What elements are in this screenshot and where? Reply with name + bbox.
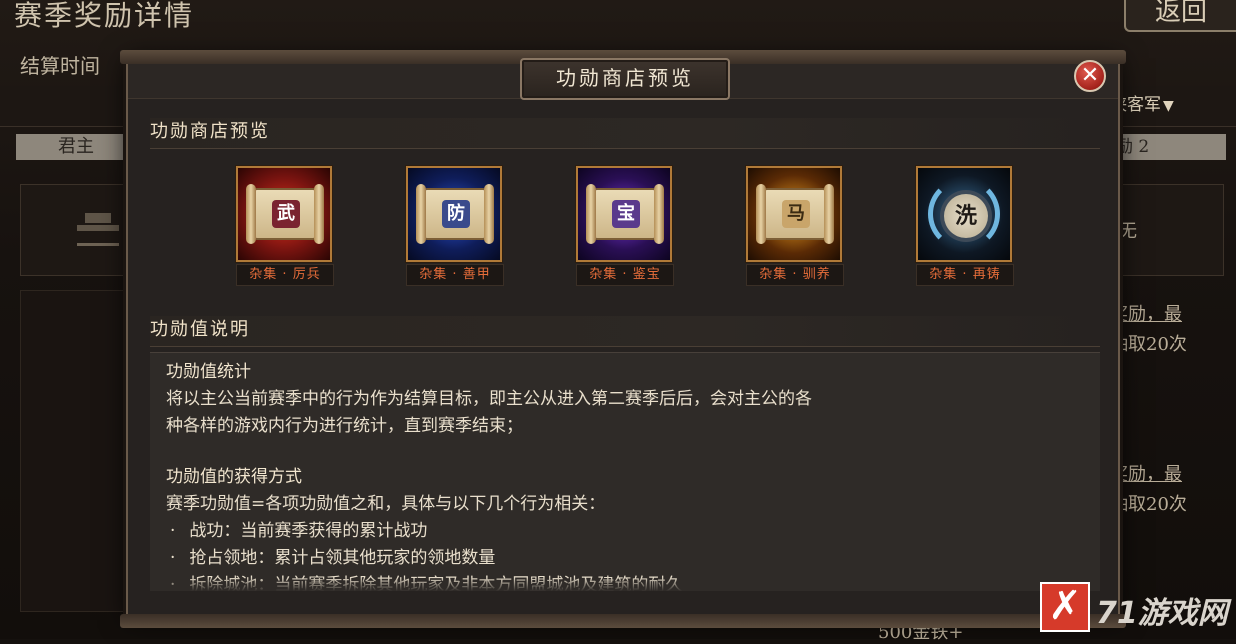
shop-item[interactable]: 武 杂集 · 厉兵 xyxy=(236,166,334,286)
shop-items-row: 武 杂集 · 厉兵 防 杂集 · 善甲 宝 杂集 · 鉴宝 马 杂集 · 驯养 … xyxy=(236,166,1016,290)
tab-reward-2[interactable]: 励 2 xyxy=(1110,134,1226,160)
item-icon-frame: 防 xyxy=(406,166,502,262)
watermark-logo-icon: ✗ xyxy=(1040,582,1090,632)
scroll-fade xyxy=(150,577,1100,591)
item-label: 杂集 · 善甲 xyxy=(406,264,504,286)
item-icon-frame: 马 xyxy=(746,166,842,262)
back-button[interactable]: 返回 xyxy=(1124,0,1236,32)
close-icon: ✕ xyxy=(1080,63,1100,88)
desc-paragraph: 赛季功勋值=各项功勋值之和，具体与以下几个行为相关： xyxy=(166,494,606,514)
site-watermark: ✗ 71游戏网 xyxy=(1040,582,1236,639)
item-glyph: 洗 xyxy=(944,194,988,238)
item-icon-frame: 洗 xyxy=(916,166,1012,262)
left-panel xyxy=(20,290,126,612)
item-glyph: 防 xyxy=(442,200,470,228)
desc-bullet: 战功：当前赛季获得的累计战功 xyxy=(166,518,1086,545)
reward-card-text: 无 xyxy=(1119,221,1137,242)
item-label: 杂集 · 厉兵 xyxy=(236,264,334,286)
scroll-icon: 防 xyxy=(416,184,494,244)
reward-desc-2: 奖励，最 抽取20次 xyxy=(1110,460,1224,520)
pagoda-icon xyxy=(77,213,119,246)
settlement-time-label: 结算时间 xyxy=(20,54,100,78)
desc-bullet: 抢占领地：累计占领其他玩家的领地数量 xyxy=(166,545,1086,572)
reward-card: 无 xyxy=(1112,184,1224,276)
reward-desc-1-line1: 奖励，最 xyxy=(1110,304,1182,325)
item-glyph: 马 xyxy=(782,200,810,228)
dialog-title: 功勋商店预览 xyxy=(520,58,730,100)
shop-item[interactable]: 防 杂集 · 善甲 xyxy=(406,166,504,286)
desc-paragraph: 将以主公当前赛季中的行为作为结算目标，即主公从进入第二赛季后后，会对主公的各 xyxy=(166,389,812,409)
scroll-icon: 武 xyxy=(246,184,324,244)
reward-desc-2-line2: 抽取20次 xyxy=(1110,494,1187,515)
chevron-down-icon: ▼ xyxy=(1163,98,1174,114)
item-icon-frame: 宝 xyxy=(576,166,672,262)
tab-lord[interactable]: 君主 xyxy=(16,134,136,160)
item-label: 杂集 · 再铸 xyxy=(916,264,1014,286)
desc-section-title: 功勋值说明 xyxy=(150,316,1100,347)
dialog-bottom-frame xyxy=(120,614,1126,628)
desc-content: 功勋值统计 将以主公当前赛季中的行为作为结算目标，即主公从进入第二赛季后后，会对… xyxy=(166,359,1086,591)
item-label: 杂集 · 鉴宝 xyxy=(576,264,674,286)
scroll-icon: 宝 xyxy=(586,184,664,244)
shop-item[interactable]: 洗 杂集 · 再铸 xyxy=(916,166,1014,286)
desc-heading: 功勋值统计 xyxy=(166,362,251,382)
shop-item[interactable]: 马 杂集 · 驯养 xyxy=(746,166,844,286)
item-glyph: 武 xyxy=(272,200,300,228)
rank-card xyxy=(20,184,126,276)
army-dropdown[interactable]: 侠客军 ▼ xyxy=(1110,90,1228,115)
watermark-text: 71游戏网 xyxy=(1096,596,1228,631)
item-glyph: 宝 xyxy=(612,200,640,228)
scroll-icon: 马 xyxy=(756,184,834,244)
desc-paragraph: 种各样的游戏内行为进行统计，直到赛季结束； xyxy=(166,416,523,436)
reward-desc-1: 奖励，最 抽取20次 xyxy=(1110,300,1224,360)
item-icon-frame: 武 xyxy=(236,166,332,262)
close-button[interactable]: ✕ xyxy=(1074,60,1106,92)
shop-item[interactable]: 宝 杂集 · 鉴宝 xyxy=(576,166,674,286)
page-title: 赛季奖励详情 xyxy=(14,0,195,32)
reward-desc-2-line1: 奖励，最 xyxy=(1110,464,1182,485)
merit-shop-dialog: 功勋商店预览 ✕ 功勋商店预览 武 杂集 · 厉兵 防 杂集 · 善甲 宝 杂集… xyxy=(120,50,1126,628)
desc-heading: 功勋值的获得方式 xyxy=(166,467,302,487)
shop-section-title: 功勋商店预览 xyxy=(150,118,1100,149)
desc-scroll-area[interactable]: 功勋值统计 将以主公当前赛季中的行为作为结算目标，即主公从进入第二赛季后后，会对… xyxy=(150,352,1100,591)
item-label: 杂集 · 驯养 xyxy=(746,264,844,286)
reward-desc-1-line2: 抽取20次 xyxy=(1110,334,1187,355)
